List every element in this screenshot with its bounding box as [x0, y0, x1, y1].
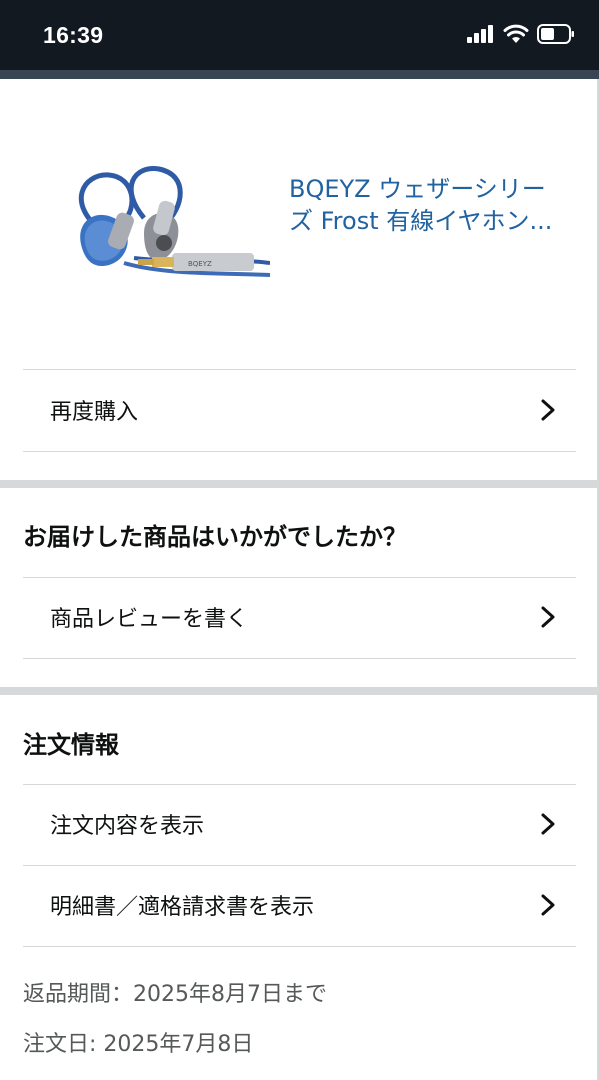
section-separator	[0, 687, 597, 695]
feedback-heading: お届けした商品はいかがでしたか？	[23, 523, 407, 551]
view-invoice-label: 明細書／適格請求書を表示	[50, 895, 315, 920]
chevron-right-icon	[541, 606, 555, 628]
divider	[23, 658, 576, 659]
buy-again-row[interactable]: 再度購入	[23, 370, 576, 450]
buy-again-label: 再度購入	[50, 400, 139, 425]
write-review-row[interactable]: 商品レビューを書く	[23, 577, 576, 657]
chevron-right-icon	[541, 399, 555, 421]
status-time: 16:39	[43, 22, 104, 48]
status-icons	[467, 24, 575, 44]
view-invoice-row[interactable]: 明細書／適格請求書を表示	[23, 865, 576, 945]
status-bar: 16:39	[0, 0, 599, 70]
section-separator	[0, 480, 597, 488]
divider	[23, 946, 576, 947]
view-order-label: 注文内容を表示	[50, 814, 205, 839]
divider	[23, 451, 576, 452]
product-card[interactable]: BQEYZ BQEYZ ウェザーシリーズ Frost 有線イヤホン...	[0, 79, 597, 369]
order-date-text: 注文日: 2025年7月8日	[23, 1032, 254, 1057]
wifi-icon	[503, 24, 529, 43]
header-strip	[0, 70, 599, 79]
chevron-right-icon	[541, 813, 555, 835]
view-order-row[interactable]: 注文内容を表示	[23, 784, 576, 864]
order-info-heading: 注文情報	[23, 731, 119, 759]
chevron-right-icon	[541, 894, 555, 916]
svg-text:BQEYZ: BQEYZ	[188, 260, 212, 268]
product-title-link[interactable]: BQEYZ ウェザーシリーズ Frost 有線イヤホン...	[289, 173, 559, 237]
cellular-signal-icon	[467, 25, 493, 43]
battery-icon	[537, 24, 574, 44]
return-period-text: 返品期間：2025年8月7日まで	[23, 982, 327, 1007]
write-review-label: 商品レビューを書く	[50, 607, 249, 632]
earphones-image[interactable]: BQEYZ	[64, 163, 270, 301]
